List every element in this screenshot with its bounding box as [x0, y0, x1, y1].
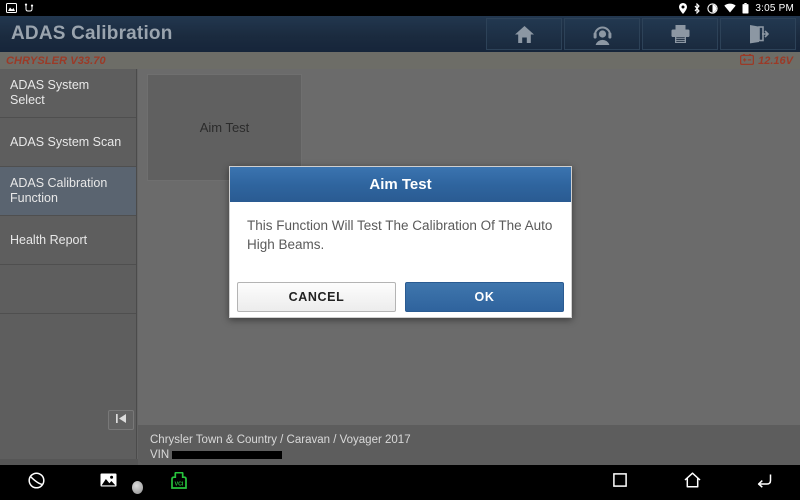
ok-button-label: OK [474, 290, 495, 304]
android-status-bar: 3:05 PM [0, 0, 800, 16]
nav-left-group: VCI [0, 465, 215, 500]
status-bar-left-icons [6, 3, 34, 13]
brand-version-label: CHRYSLER V33.70 [6, 54, 106, 67]
cancel-button-label: CANCEL [288, 290, 345, 304]
ok-button[interactable]: OK [405, 282, 564, 312]
dialog-title: Aim Test [369, 176, 432, 193]
home-outline-icon [683, 472, 701, 493]
header-exit-button[interactable] [720, 18, 796, 50]
nav-drag-handle[interactable] [132, 480, 143, 494]
page-title: ADAS Calibration [11, 23, 173, 44]
usb-debug-icon [24, 3, 34, 13]
sidebar: ADAS System Select ADAS System Scan ADAS… [0, 69, 137, 465]
nav-home-button[interactable] [656, 465, 728, 500]
wifi-icon [724, 3, 737, 13]
function-tile-aim-test[interactable]: Aim Test [147, 74, 302, 181]
sidebar-item-adas-calibration-function[interactable]: ADAS Calibration Function [0, 167, 136, 216]
voltage-indicator: 12.16V [740, 52, 800, 70]
cancel-button[interactable]: CANCEL [237, 282, 396, 312]
browser-icon [27, 471, 45, 494]
app-title-bar: ADAS Calibration [0, 16, 800, 52]
battery-icon [740, 52, 755, 70]
bluetooth-icon [693, 2, 701, 14]
vci-icon: VCI [168, 471, 190, 494]
sidebar-item-label: ADAS Calibration Function [10, 176, 108, 205]
sidebar-item-label: ADAS System Select [10, 78, 90, 107]
battery-icon [742, 2, 749, 14]
nav-back-button[interactable] [728, 465, 800, 500]
sidebar-item-label: ADAS System Scan [10, 134, 122, 149]
header-print-button[interactable] [642, 18, 718, 50]
sync-rotate-icon [707, 2, 718, 14]
back-arrow-icon [756, 473, 773, 493]
sidebar-collapse-button[interactable] [108, 410, 134, 430]
svg-text:VCI: VCI [175, 481, 184, 487]
dialog-title-bar: Aim Test [230, 167, 571, 202]
header-support-button[interactable] [564, 18, 640, 50]
gallery-icon [100, 473, 117, 492]
sidebar-item-health-report[interactable]: Health Report [0, 216, 136, 265]
printer-icon [670, 24, 691, 44]
location-icon [679, 2, 688, 14]
sidebar-filler [0, 265, 136, 314]
nav-vci-button[interactable]: VCI [143, 465, 215, 500]
vehicle-description: Chrysler Town & Country / Caravan / Voya… [150, 434, 411, 446]
nav-browser-button[interactable] [0, 465, 72, 500]
exit-icon [748, 24, 769, 44]
status-bar-clock: 3:05 PM [755, 2, 794, 14]
sidebar-item-adas-system-scan[interactable]: ADAS System Scan [0, 118, 136, 167]
dialog-button-row: CANCEL OK [230, 277, 571, 317]
android-navigation-bar: VCI [0, 465, 800, 500]
collapse-left-icon [115, 411, 127, 429]
app-screen: 3:05 PM ADAS Calibration CHRYSLER V33.70… [0, 0, 800, 500]
voltage-value: 12.16V [758, 54, 793, 67]
sidebar-item-adas-system-select[interactable]: ADAS System Select [0, 69, 136, 118]
support-headset-icon [592, 24, 613, 45]
nav-right-group [584, 465, 800, 500]
status-bar-right-icons: 3:05 PM [679, 2, 794, 14]
nav-recents-button[interactable] [584, 465, 656, 500]
header-action-group [486, 16, 800, 52]
screenshot-icon [6, 3, 17, 13]
aim-test-dialog: Aim Test This Function Will Test The Cal… [229, 166, 572, 318]
tile-label: Aim Test [199, 120, 250, 135]
header-home-button[interactable] [486, 18, 562, 50]
sidebar-item-label: Health Report [10, 232, 88, 247]
brand-version-bar: CHRYSLER V33.70 12.16V [0, 52, 800, 69]
recents-square-icon [613, 473, 627, 492]
home-icon [514, 25, 535, 44]
dialog-message: This Function Will Test The Calibration … [247, 218, 553, 252]
